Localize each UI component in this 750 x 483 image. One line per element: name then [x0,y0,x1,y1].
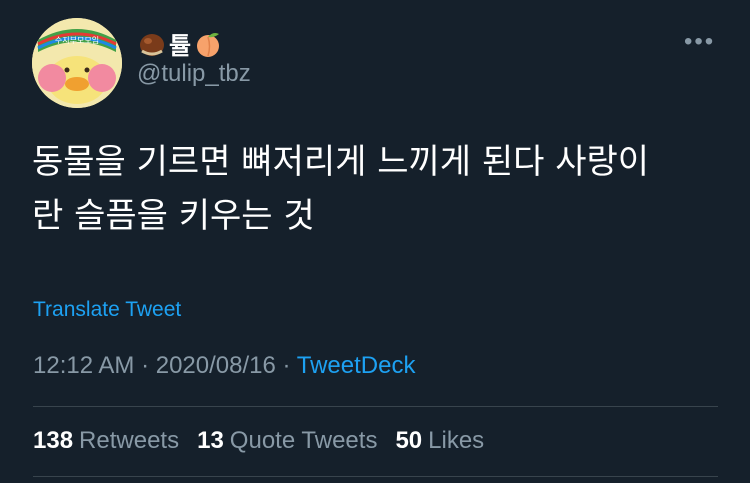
tweet-stats: 138 Retweets 13 Quote Tweets 50 Likes [33,427,484,455]
chestnut-emoji-icon [140,33,164,56]
divider [33,406,718,407]
tweet-time[interactable]: 12:12 AM [33,352,134,379]
quote-tweets-stat[interactable]: 13 Quote Tweets [197,427,377,455]
user-handle[interactable]: @tulip_tbz [137,60,251,88]
display-name-text: 튤 [169,32,192,60]
quote-tweets-label: Quote Tweets [229,427,378,454]
tweet-text: 동물을 기르면 뼈저리게 느끼게 된다 사랑이 란 슬픔을 키우는 것 [32,135,722,243]
avatar-image: 수지부모모임 [32,18,122,108]
translate-tweet-link[interactable]: Translate Tweet [33,298,181,322]
divider [33,476,718,477]
quote-tweets-count: 13 [197,427,224,454]
retweets-count: 138 [33,427,74,454]
likes-count: 50 [395,427,423,454]
retweets-label: Retweets [79,427,180,454]
more-options-icon[interactable]: ••• [684,28,715,56]
meta-separator: · [275,352,297,379]
peach-emoji-icon [197,32,220,57]
avatar-band-text: 수지부모모임 [55,36,99,45]
likes-stat[interactable]: 50 Likes [395,427,484,455]
tweet-date[interactable]: 2020/08/16 [156,352,276,379]
tweet-meta: 12:12 AM · 2020/08/16 · TweetDeck [33,352,415,380]
tweet-text-line-1: 동물을 기르면 뼈저리게 느끼게 된다 사랑이 [32,142,650,182]
tweet-text-line-2: 란 슬픔을 키우는 것 [32,196,315,236]
retweets-stat[interactable]: 138 Retweets [33,427,179,455]
tweet-source-link[interactable]: TweetDeck [297,352,416,379]
display-name[interactable]: 튤 [137,26,223,61]
likes-label: Likes [428,427,485,454]
avatar[interactable]: 수지부모모임 [32,18,122,108]
meta-separator: · [134,352,156,379]
